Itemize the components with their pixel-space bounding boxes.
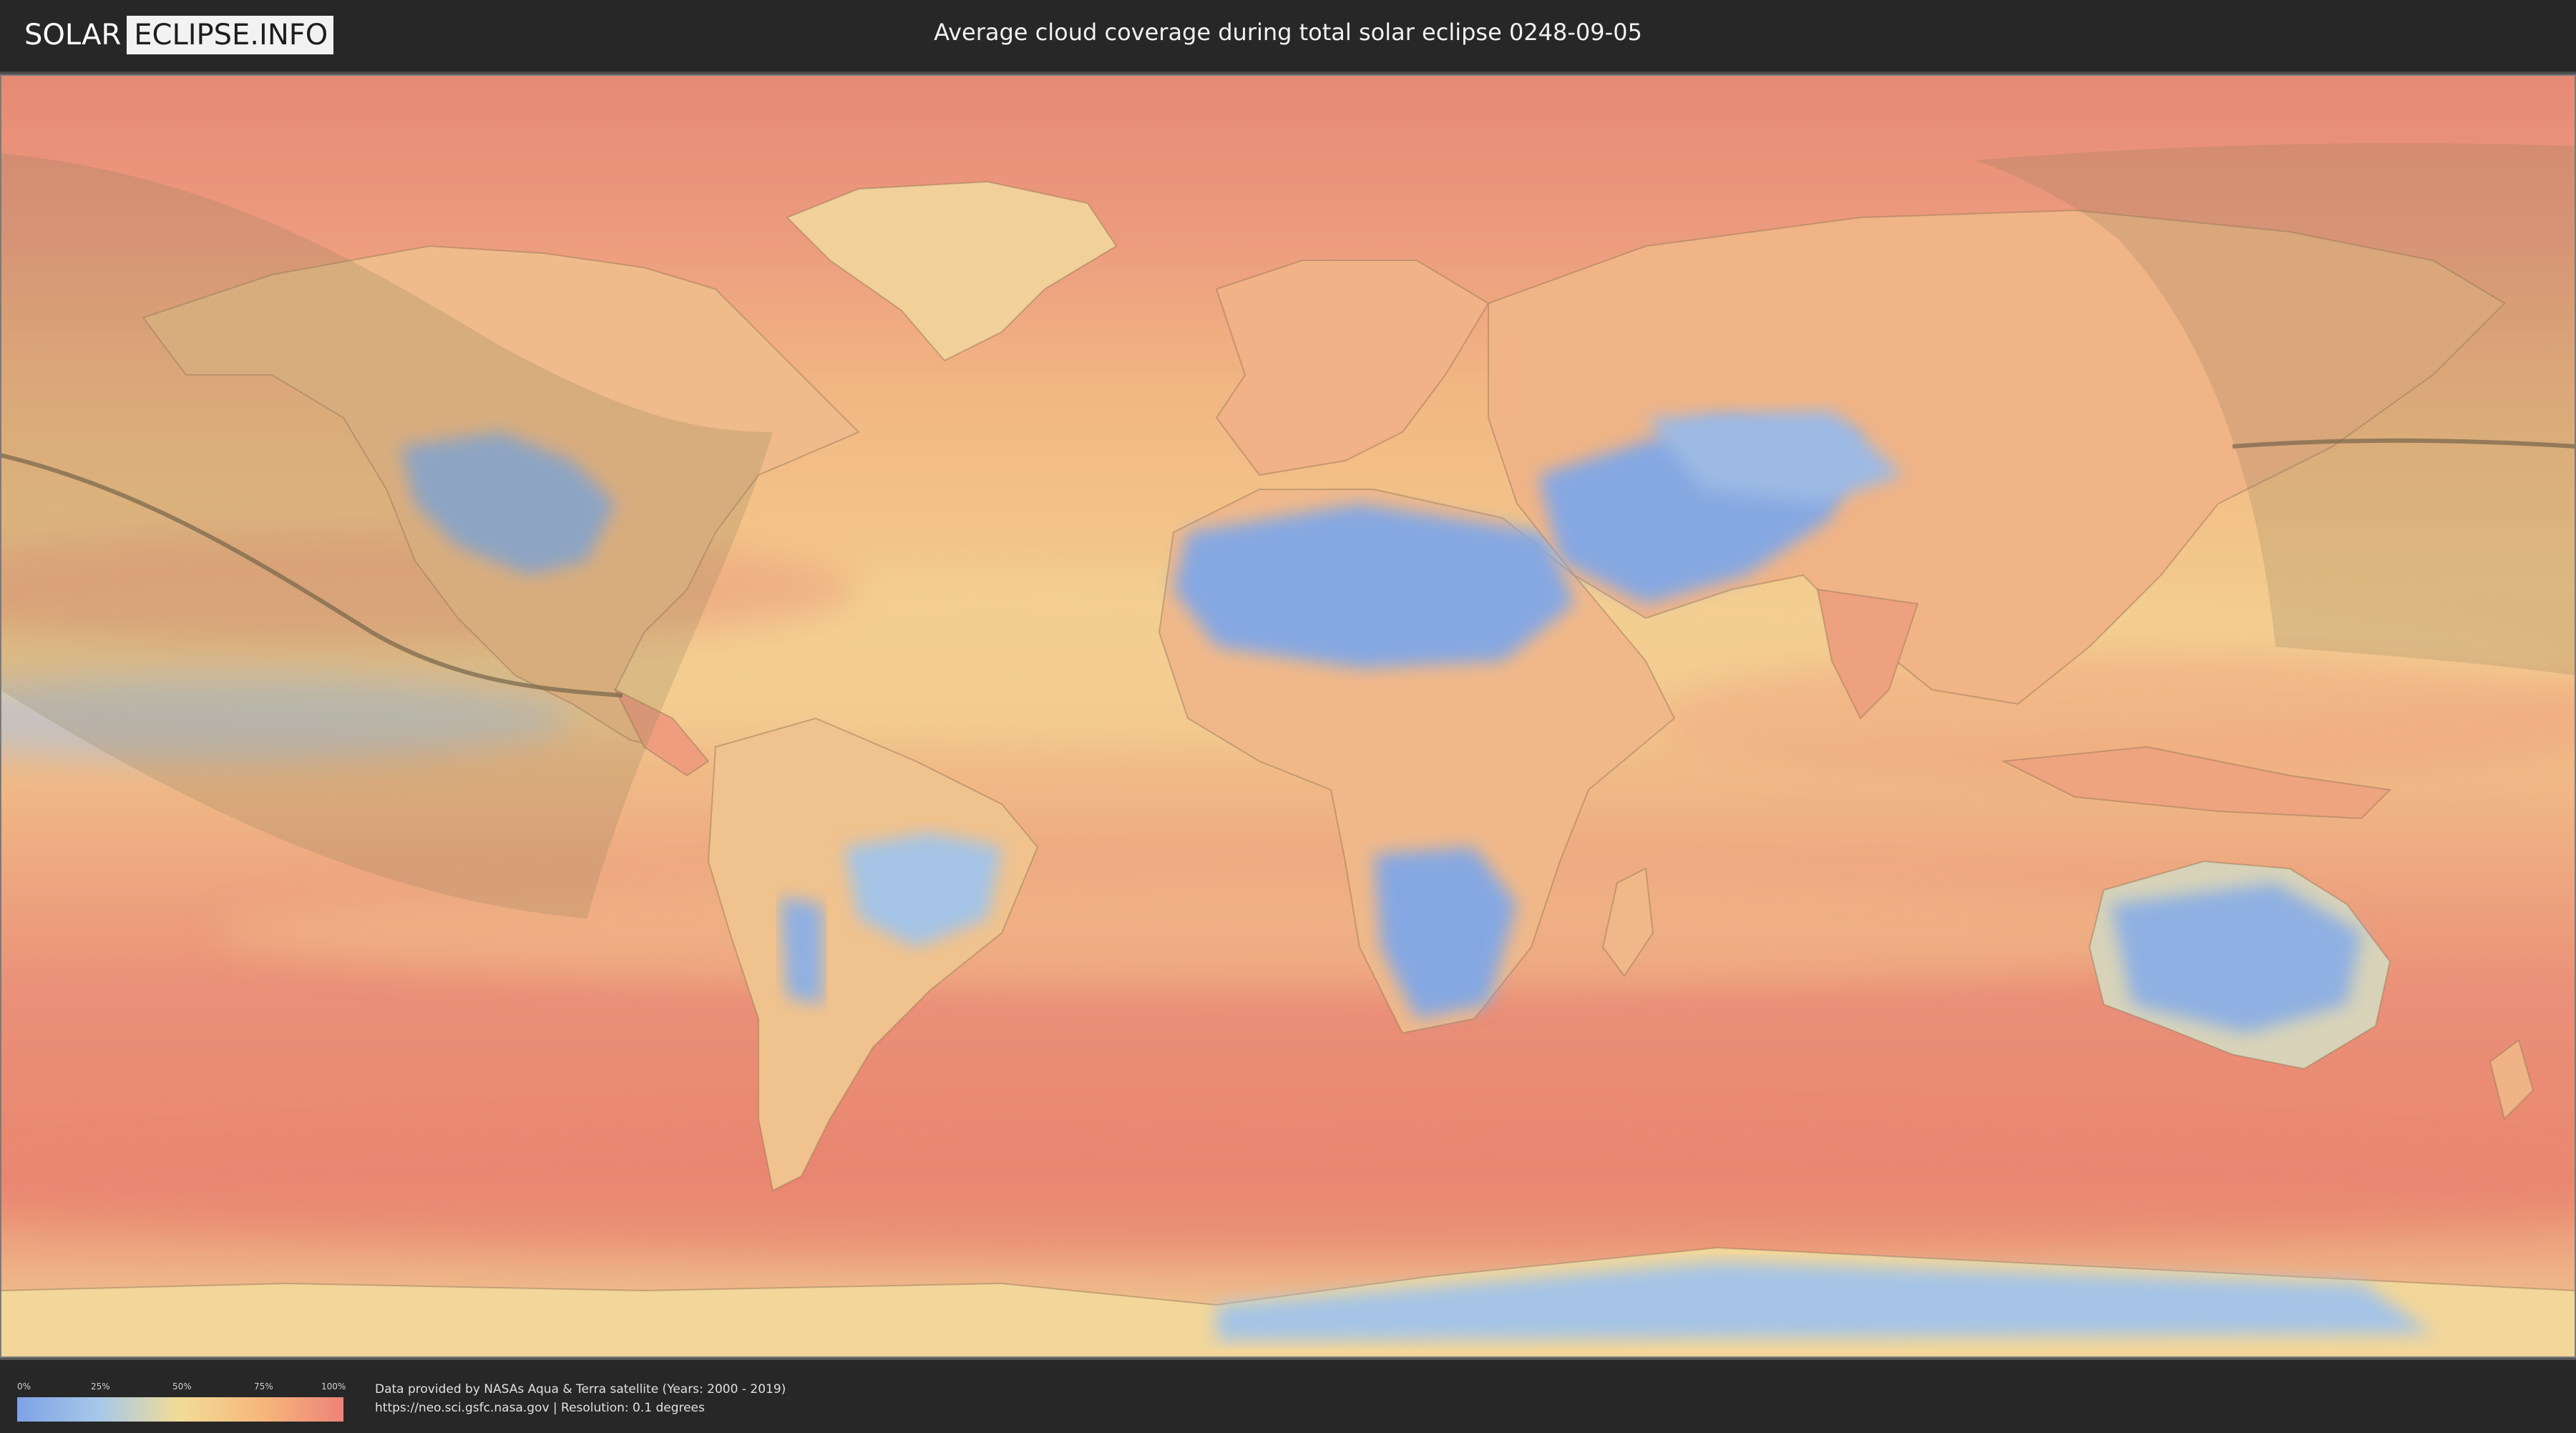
credits-line-2[interactable]: https://neo.sci.gsfc.nasa.gov | Resoluti…: [375, 1399, 786, 1417]
legend-tick-100: 100%: [321, 1381, 346, 1392]
legend-color-bar: [17, 1397, 343, 1422]
legend-tick-50: 50%: [172, 1381, 192, 1392]
credits-line-1: Data provided by NASAs Aqua & Terra sate…: [375, 1382, 786, 1397]
legend-ticks: 0% 25% 50% 75% 100%: [17, 1381, 346, 1397]
footer-bar: 0% 25% 50% 75% 100% Data provided by NAS…: [0, 1358, 2576, 1433]
page-title: Average cloud coverage during total sola…: [934, 19, 1642, 46]
legend-tick-25: 25%: [91, 1381, 110, 1392]
sahara-dry-region: [1174, 504, 1574, 668]
cloud-coverage-map[interactable]: [0, 74, 2576, 1358]
world-map-svg: [0, 74, 2576, 1358]
legend-tick-75: 75%: [254, 1381, 273, 1392]
cloud-coverage-legend: 0% 25% 50% 75% 100%: [17, 1381, 346, 1422]
data-credits: Data provided by NASAs Aqua & Terra sate…: [375, 1380, 786, 1417]
header-bar: SOLAR ECLIPSE.INFO Average cloud coverag…: [0, 0, 2576, 74]
legend-tick-0: 0%: [17, 1381, 31, 1392]
